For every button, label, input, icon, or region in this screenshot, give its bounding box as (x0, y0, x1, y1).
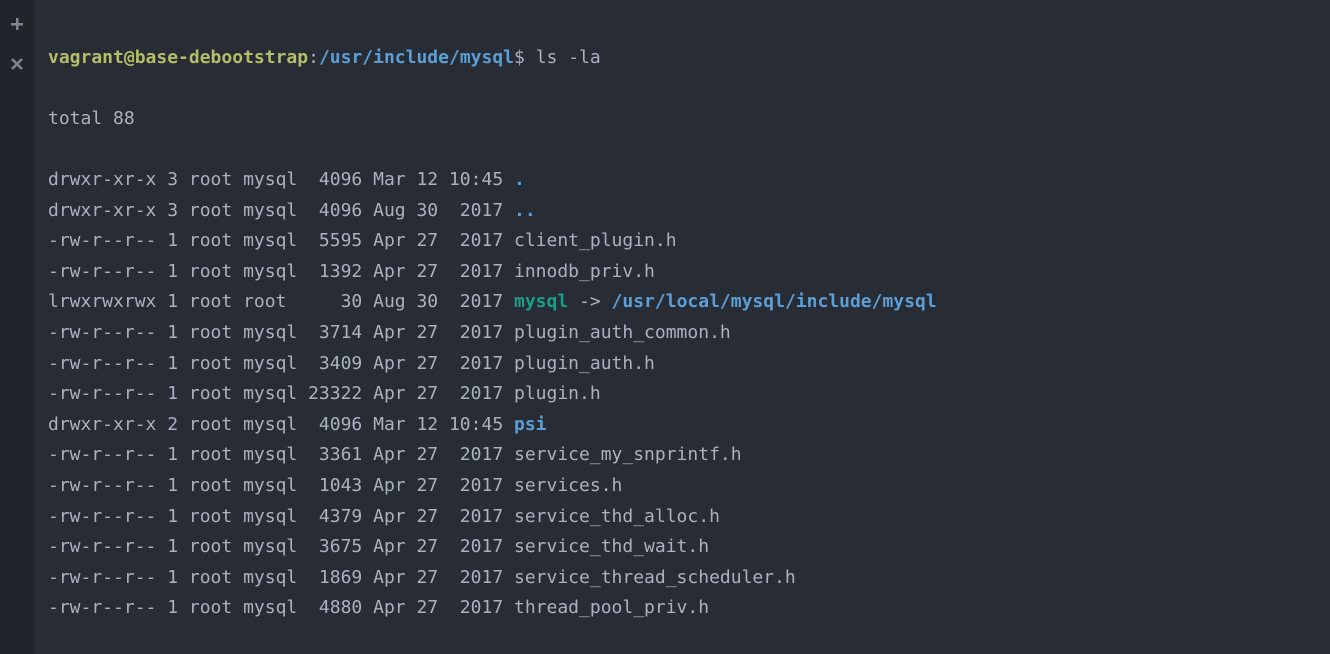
file-name: services.h (514, 475, 622, 496)
command-text: ls -la (536, 47, 601, 68)
plus-icon[interactable] (9, 12, 25, 28)
terminal-output[interactable]: vagrant@base-debootstrap:/usr/include/my… (34, 0, 1330, 654)
list-item: drwxr-xr-x 3 root mysql 4096 Aug 30 2017… (48, 196, 1316, 227)
file-name: plugin.h (514, 383, 601, 404)
list-item: -rw-r--r-- 1 root mysql 5595 Apr 27 2017… (48, 226, 1316, 257)
editor-gutter (0, 0, 34, 654)
file-meta: -rw-r--r-- 1 root mysql 4880 Apr 27 2017 (48, 597, 514, 618)
file-meta: -rw-r--r-- 1 root mysql 4379 Apr 27 2017 (48, 506, 514, 527)
file-meta: -rw-r--r-- 1 root mysql 3675 Apr 27 2017 (48, 536, 514, 557)
list-item: -rw-r--r-- 1 root mysql 3409 Apr 27 2017… (48, 349, 1316, 380)
file-name: service_thd_alloc.h (514, 506, 720, 527)
symlink-target: /usr/local/mysql/include/mysql (612, 291, 937, 312)
file-meta: -rw-r--r-- 1 root mysql 1869 Apr 27 2017 (48, 567, 514, 588)
user-host: vagrant@base-debootstrap (48, 47, 308, 68)
file-meta: drwxr-xr-x 3 root mysql 4096 Mar 12 10:4… (48, 169, 514, 190)
list-item: -rw-r--r-- 1 root mysql 4880 Apr 27 2017… (48, 593, 1316, 624)
file-meta: -rw-r--r-- 1 root mysql 3361 Apr 27 2017 (48, 444, 514, 465)
list-item: drwxr-xr-x 2 root mysql 4096 Mar 12 10:4… (48, 410, 1316, 441)
file-meta: -rw-r--r-- 1 root mysql 3409 Apr 27 2017 (48, 353, 514, 374)
file-meta: -rw-r--r-- 1 root mysql 3714 Apr 27 2017 (48, 322, 514, 343)
list-item: -rw-r--r-- 1 root mysql 4379 Apr 27 2017… (48, 502, 1316, 533)
file-name: thread_pool_priv.h (514, 597, 709, 618)
close-icon[interactable] (9, 52, 25, 68)
list-item: drwxr-xr-x 3 root mysql 4096 Mar 12 10:4… (48, 165, 1316, 196)
list-item: -rw-r--r-- 1 root mysql 3361 Apr 27 2017… (48, 440, 1316, 471)
file-name: innodb_priv.h (514, 261, 655, 282)
list-item: -rw-r--r-- 1 root mysql 1392 Apr 27 2017… (48, 257, 1316, 288)
file-meta: -rw-r--r-- 1 root mysql 23322 Apr 27 201… (48, 383, 514, 404)
file-meta: -rw-r--r-- 1 root mysql 5595 Apr 27 2017 (48, 230, 514, 251)
prompt-line: vagrant@base-debootstrap:/usr/include/my… (48, 43, 1316, 74)
file-name: plugin_auth.h (514, 353, 655, 374)
list-item: -rw-r--r-- 1 root mysql 1043 Apr 27 2017… (48, 471, 1316, 502)
file-meta: -rw-r--r-- 1 root mysql 1392 Apr 27 2017 (48, 261, 514, 282)
file-meta: drwxr-xr-x 2 root mysql 4096 Mar 12 10:4… (48, 414, 514, 435)
list-item: lrwxrwxrwx 1 root root 30 Aug 30 2017 my… (48, 287, 1316, 318)
symlink-arrow: -> (568, 291, 611, 312)
file-listing: drwxr-xr-x 3 root mysql 4096 Mar 12 10:4… (48, 165, 1316, 624)
list-item: -rw-r--r-- 1 root mysql 3675 Apr 27 2017… (48, 532, 1316, 563)
file-meta: -rw-r--r-- 1 root mysql 1043 Apr 27 2017 (48, 475, 514, 496)
list-item: -rw-r--r-- 1 root mysql 1869 Apr 27 2017… (48, 563, 1316, 594)
file-meta: drwxr-xr-x 3 root mysql 4096 Aug 30 2017 (48, 200, 514, 221)
file-name: service_my_snprintf.h (514, 444, 742, 465)
file-name: client_plugin.h (514, 230, 677, 251)
dir-name: . (514, 169, 525, 190)
file-name: plugin_auth_common.h (514, 322, 731, 343)
prompt-colon: : (308, 47, 319, 68)
file-name: service_thread_scheduler.h (514, 567, 796, 588)
file-meta: lrwxrwxrwx 1 root root 30 Aug 30 2017 (48, 291, 514, 312)
prompt-dollar: $ (514, 47, 536, 68)
dir-name: psi (514, 414, 547, 435)
list-item: -rw-r--r-- 1 root mysql 3714 Apr 27 2017… (48, 318, 1316, 349)
cwd-path: /usr/include/mysql (319, 47, 514, 68)
file-name: service_thd_wait.h (514, 536, 709, 557)
dir-name: .. (514, 200, 536, 221)
total-line: total 88 (48, 104, 1316, 135)
symlink-name: mysql (514, 291, 568, 312)
list-item: -rw-r--r-- 1 root mysql 23322 Apr 27 201… (48, 379, 1316, 410)
